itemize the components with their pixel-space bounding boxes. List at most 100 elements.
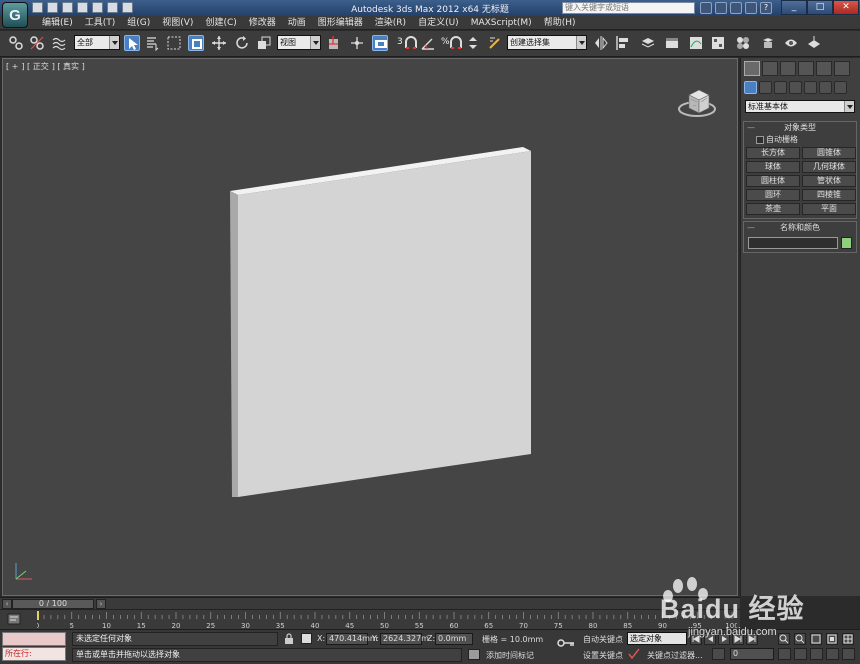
cylinder-button[interactable]: 圆柱体 — [746, 175, 800, 187]
keyboard-shortcut-override-icon[interactable] — [372, 35, 388, 51]
set-key-icon[interactable] — [557, 638, 575, 648]
percent-snap-icon[interactable] — [448, 35, 464, 51]
plane-button[interactable]: 平面 — [802, 203, 856, 215]
z-coordinate-field[interactable]: 0.0mm — [435, 633, 473, 645]
graphite-ribbon-icon[interactable] — [664, 35, 680, 51]
set-key-button[interactable]: 设置关键点 — [583, 650, 623, 661]
render-production-icon[interactable] — [806, 35, 822, 51]
lights-icon[interactable] — [774, 81, 787, 94]
space-warps-icon[interactable] — [819, 81, 832, 94]
time-slider-next-button[interactable]: › — [96, 599, 106, 609]
favorites-icon[interactable] — [745, 2, 757, 14]
geometry-icon[interactable] — [744, 81, 757, 94]
reference-coordinate-dropdown[interactable]: 视图 — [277, 35, 321, 50]
time-config-icon[interactable] — [778, 648, 791, 660]
bind-space-warp-icon[interactable] — [51, 35, 67, 51]
help-icon[interactable]: ? — [760, 2, 772, 14]
select-and-manipulate-icon[interactable] — [349, 35, 365, 51]
teapot-button[interactable]: 茶壶 — [746, 203, 800, 215]
material-editor-icon[interactable] — [735, 35, 751, 51]
time-tag-icon[interactable] — [468, 649, 480, 660]
perspective-viewport[interactable]: [ +] [ 正交] [ 真实 ] — [2, 58, 738, 596]
object-color-swatch[interactable] — [841, 237, 852, 249]
curve-editor-icon[interactable] — [688, 35, 704, 51]
absolute-mode-icon[interactable] — [301, 633, 312, 644]
track-bar-ruler[interactable]: 0510152025303540455055606570758085909510… — [37, 610, 737, 630]
selection-lock-icon[interactable] — [284, 633, 294, 644]
current-frame-field[interactable]: 0 — [730, 648, 774, 660]
wrench-icon[interactable] — [730, 2, 742, 14]
sphere-button[interactable]: 球体 — [746, 161, 800, 173]
rectangular-selection-icon[interactable] — [166, 35, 182, 51]
close-button[interactable]: ✕ — [833, 0, 859, 15]
search-input[interactable]: 键入关键字或短语 — [562, 2, 695, 14]
schematic-view-icon[interactable] — [710, 35, 726, 51]
box-button[interactable]: 长方体 — [746, 147, 800, 159]
min-max-toggle-icon[interactable] — [842, 648, 855, 660]
menu-animation[interactable]: 动画 — [282, 17, 312, 29]
angle-snap-icon[interactable] — [420, 35, 436, 51]
autogrid-checkbox[interactable]: 自动栅格 — [744, 134, 856, 145]
spinner-snap-icon[interactable] — [465, 35, 481, 51]
key-mode-icon[interactable] — [628, 648, 640, 660]
viewcube-icon[interactable] — [675, 79, 719, 123]
rotate-icon[interactable] — [234, 35, 250, 51]
rendered-frame-window-icon[interactable] — [783, 35, 799, 51]
current-frame-marker[interactable] — [37, 611, 39, 620]
orbit-icon[interactable] — [810, 648, 823, 660]
geosphere-button[interactable]: 几何球体 — [802, 161, 856, 173]
maximize-button[interactable]: □ — [807, 0, 833, 15]
field-of-view-icon[interactable] — [826, 648, 839, 660]
pivot-point-icon[interactable] — [326, 35, 342, 51]
shapes-icon[interactable] — [759, 81, 772, 94]
menu-customize[interactable]: 自定义(U) — [412, 17, 465, 29]
menu-edit[interactable]: 编辑(E) — [36, 17, 79, 29]
menu-maxscript[interactable]: MAXScript(M) — [465, 17, 538, 29]
snaps-toggle-icon[interactable] — [403, 35, 419, 51]
object-type-title[interactable]: 对象类型 — [744, 122, 856, 134]
auto-key-button[interactable]: 自动关键点 — [583, 634, 623, 645]
render-setup-icon[interactable] — [760, 35, 776, 51]
time-slider[interactable]: ‹ 0 / 100 › — [0, 597, 740, 609]
cameras-icon[interactable] — [789, 81, 802, 94]
torus-button[interactable]: 圆环 — [746, 189, 800, 201]
menu-graph-editors[interactable]: 图形编辑器 — [312, 17, 369, 29]
snap-3d-label[interactable]: 3 — [397, 37, 403, 47]
object-name-input[interactable] — [748, 237, 838, 249]
x-coordinate-field[interactable]: 470.414mm — [326, 633, 378, 645]
align-icon[interactable] — [615, 35, 631, 51]
plane-object[interactable] — [3, 59, 738, 596]
menu-group[interactable]: 组(G) — [121, 17, 156, 29]
select-object-icon[interactable] — [124, 35, 140, 51]
named-selection-dropdown[interactable]: 创建选择集 — [507, 35, 587, 50]
minimize-button[interactable]: _ — [781, 0, 807, 15]
move-icon[interactable] — [211, 35, 227, 51]
select-by-name-icon[interactable] — [145, 35, 161, 51]
unlink-icon[interactable] — [29, 35, 45, 51]
menu-view[interactable]: 视图(V) — [156, 17, 199, 29]
pan-view-icon[interactable] — [794, 648, 807, 660]
menu-rendering[interactable]: 渲染(R) — [369, 17, 412, 29]
time-slider-prev-button[interactable]: ‹ — [2, 599, 12, 609]
key-mode-toggle-icon[interactable] — [712, 648, 725, 660]
name-and-color-title[interactable]: 名称和颜色 — [744, 222, 856, 234]
key-filters-button[interactable]: 关键点过滤器... — [647, 650, 703, 661]
star-icon[interactable] — [715, 2, 727, 14]
helpers-icon[interactable] — [804, 81, 817, 94]
utilities-tab-icon[interactable] — [834, 61, 850, 76]
primitive-category-dropdown[interactable]: 标准基本体 — [745, 100, 855, 113]
layer-manager-icon[interactable] — [640, 35, 656, 51]
cone-button[interactable]: 圆锥体 — [802, 147, 856, 159]
app-menu-button[interactable]: G — [2, 2, 28, 28]
hierarchy-tab-icon[interactable] — [780, 61, 796, 76]
scale-icon[interactable] — [256, 35, 272, 51]
display-tab-icon[interactable] — [816, 61, 832, 76]
menu-tools[interactable]: 工具(T) — [79, 17, 122, 29]
add-time-tag-button[interactable]: 添加时间标记 — [486, 650, 534, 661]
menu-create[interactable]: 创建(C) — [199, 17, 242, 29]
selection-filter-dropdown[interactable]: 全部 — [74, 35, 120, 50]
maxscript-running-field[interactable]: 所在行: — [2, 647, 66, 661]
mini-curve-editor-icon[interactable] — [7, 613, 21, 625]
menu-help[interactable]: 帮助(H) — [538, 17, 582, 29]
track-bar[interactable]: 0510152025303540455055606570758085909510… — [0, 609, 740, 630]
